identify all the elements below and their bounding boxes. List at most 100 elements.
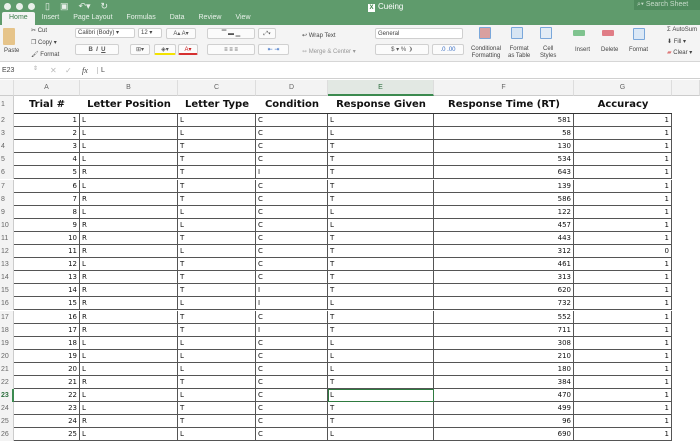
table-cell[interactable]: L xyxy=(80,428,178,442)
table-cell[interactable]: C xyxy=(256,140,328,154)
row-header[interactable]: 18 xyxy=(0,323,14,337)
delete-cells-icon[interactable] xyxy=(602,30,614,36)
column-title-cell[interactable]: Response Time (RT) xyxy=(434,96,574,114)
cell-styles-icon[interactable] xyxy=(540,27,552,39)
table-cell[interactable]: L xyxy=(178,389,256,403)
table-cell[interactable]: L xyxy=(328,297,434,311)
merge-center-button[interactable]: ⇿ Merge & Center ▾ xyxy=(302,48,356,55)
table-cell[interactable]: C xyxy=(256,153,328,167)
table-cell[interactable]: 96 xyxy=(434,415,574,429)
borders-button[interactable]: ⊞▾ xyxy=(130,44,150,55)
table-cell[interactable]: L xyxy=(328,336,434,350)
table-cell[interactable]: L xyxy=(80,336,178,350)
table-cell[interactable]: T xyxy=(328,166,434,180)
column-header-a[interactable]: A xyxy=(14,80,80,96)
copy-button[interactable]: ❐ Copy ▾ xyxy=(31,39,57,46)
table-cell[interactable]: R xyxy=(80,166,178,180)
window-controls[interactable] xyxy=(4,3,35,10)
table-cell[interactable]: R xyxy=(80,245,178,259)
table-cell[interactable]: I xyxy=(256,166,328,180)
table-cell[interactable]: 3 xyxy=(14,140,80,154)
paste-icon[interactable] xyxy=(3,28,15,45)
table-cell[interactable]: L xyxy=(178,218,256,232)
table-cell[interactable]: 15 xyxy=(14,297,80,311)
table-cell[interactable]: 180 xyxy=(434,362,574,376)
table-cell[interactable]: 1 xyxy=(574,192,672,206)
table-cell[interactable]: I xyxy=(256,323,328,337)
table-cell[interactable]: 1 xyxy=(574,402,672,416)
row-header[interactable]: 19 xyxy=(0,336,14,350)
table-cell[interactable]: 620 xyxy=(434,284,574,298)
sidebar-toggle-icon[interactable]: ▯ xyxy=(45,1,50,12)
table-cell[interactable]: 4 xyxy=(14,153,80,167)
table-cell[interactable]: 21 xyxy=(14,376,80,390)
table-cell[interactable]: R xyxy=(80,284,178,298)
row-header[interactable]: 22 xyxy=(0,376,14,390)
table-cell[interactable]: 534 xyxy=(434,153,574,167)
table-cell[interactable]: L xyxy=(80,402,178,416)
table-cell[interactable]: R xyxy=(80,323,178,337)
table-cell[interactable]: T xyxy=(328,153,434,167)
column-header-e[interactable]: E xyxy=(328,80,434,96)
row-header[interactable]: 12 xyxy=(0,245,14,259)
table-cell[interactable]: 1 xyxy=(574,271,672,285)
number-format-select[interactable]: General xyxy=(375,28,463,39)
table-cell[interactable]: L xyxy=(328,349,434,363)
table-cell[interactable]: T xyxy=(178,231,256,245)
table-cell[interactable]: 1 xyxy=(574,258,672,272)
table-cell[interactable]: 25 xyxy=(14,428,80,442)
italic-button[interactable]: I xyxy=(96,47,98,53)
zoom-window-button[interactable] xyxy=(28,3,35,10)
table-cell[interactable]: C xyxy=(256,231,328,245)
table-cell[interactable]: T xyxy=(328,310,434,324)
table-cell[interactable]: T xyxy=(328,415,434,429)
table-cell[interactable]: 1 xyxy=(574,336,672,350)
row-header[interactable]: 13 xyxy=(0,258,14,272)
table-cell[interactable]: 23 xyxy=(14,402,80,416)
column-header-d[interactable]: D xyxy=(256,80,328,96)
row-header[interactable]: 8 xyxy=(0,192,14,206)
table-cell[interactable]: L xyxy=(80,362,178,376)
column-header-b[interactable]: B xyxy=(80,80,178,96)
insert-button[interactable]: Insert xyxy=(575,47,590,53)
table-cell[interactable]: C xyxy=(256,192,328,206)
table-cell[interactable]: 122 xyxy=(434,205,574,219)
table-cell[interactable]: 586 xyxy=(434,192,574,206)
font-size-select[interactable]: 12 ▾ xyxy=(138,28,162,38)
table-cell[interactable]: 11 xyxy=(14,245,80,259)
save-icon[interactable]: ▣ xyxy=(60,1,69,12)
name-box-stepper[interactable]: ⇕ xyxy=(33,65,38,72)
tab-formulas[interactable]: Formulas xyxy=(120,12,163,25)
table-cell[interactable]: L xyxy=(328,114,434,128)
table-cell[interactable]: R xyxy=(80,271,178,285)
row-header[interactable]: 6 xyxy=(0,166,14,180)
table-cell[interactable]: L xyxy=(328,428,434,442)
table-cell[interactable]: T xyxy=(178,284,256,298)
table-cell[interactable]: R xyxy=(80,231,178,245)
table-cell[interactable]: T xyxy=(328,271,434,285)
table-cell[interactable]: 470 xyxy=(434,389,574,403)
currency-button[interactable]: $ xyxy=(391,47,394,53)
table-cell[interactable]: 130 xyxy=(434,140,574,154)
row-header[interactable]: 16 xyxy=(0,297,14,311)
table-cell[interactable]: L xyxy=(178,205,256,219)
row-header[interactable]: 4 xyxy=(0,140,14,154)
autosum-button[interactable]: Σ AutoSum xyxy=(667,27,697,33)
table-cell[interactable]: 443 xyxy=(434,231,574,245)
table-cell[interactable]: 10 xyxy=(14,231,80,245)
cancel-icon[interactable]: ✕ xyxy=(50,66,57,75)
enter-icon[interactable]: ✓ xyxy=(65,66,72,75)
table-cell[interactable]: 1 xyxy=(574,349,672,363)
table-cell[interactable]: T xyxy=(178,258,256,272)
table-cell[interactable]: 139 xyxy=(434,179,574,193)
table-cell[interactable]: 643 xyxy=(434,166,574,180)
table-cell[interactable]: T xyxy=(328,323,434,337)
format-painter-button[interactable]: 🖌 Format xyxy=(31,51,59,58)
clear-button[interactable]: ▰ Clear ▾ xyxy=(667,49,692,56)
close-window-button[interactable] xyxy=(4,3,11,10)
bold-italic-underline-group[interactable]: B I U xyxy=(75,44,119,55)
orientation-button[interactable]: ⤢▾ xyxy=(258,28,276,39)
font-name-select[interactable]: Calibri (Body) ▾ xyxy=(75,28,135,38)
table-cell[interactable]: I xyxy=(256,297,328,311)
table-cell[interactable]: C xyxy=(256,415,328,429)
